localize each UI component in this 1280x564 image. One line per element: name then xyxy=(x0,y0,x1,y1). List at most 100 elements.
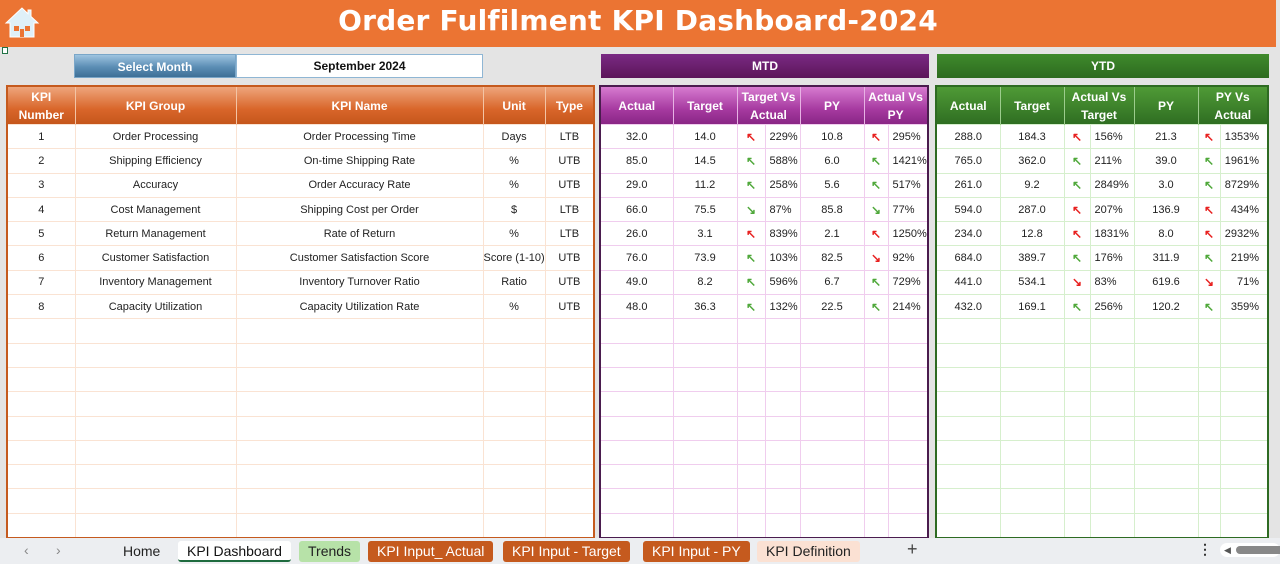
empty-cell[interactable] xyxy=(1219,464,1269,490)
empty-cell[interactable] xyxy=(235,512,484,539)
sheet-tab-kpi-definition[interactable]: KPI Definition xyxy=(757,541,860,562)
empty-cell[interactable] xyxy=(1089,439,1135,466)
empty-cell[interactable] xyxy=(1063,366,1091,393)
mtd-actual-vs-py-cell[interactable]: 517% xyxy=(887,172,929,198)
empty-cell[interactable] xyxy=(6,488,76,514)
empty-cell[interactable] xyxy=(935,366,1001,393)
mtd-py-cell[interactable]: 82.5 xyxy=(799,245,865,271)
empty-cell[interactable] xyxy=(887,512,929,539)
empty-cell[interactable] xyxy=(6,439,76,466)
kpi-number-cell[interactable]: 4 xyxy=(6,196,76,223)
empty-cell[interactable] xyxy=(1133,318,1199,344)
empty-cell[interactable] xyxy=(736,342,766,368)
empty-cell[interactable] xyxy=(1089,342,1135,368)
empty-cell[interactable] xyxy=(799,464,865,490)
ytd-target-cell[interactable]: 184.3 xyxy=(999,123,1065,150)
ytd-py-vs-actual-cell[interactable]: 1961% xyxy=(1219,148,1269,174)
empty-cell[interactable] xyxy=(736,415,766,441)
empty-cell[interactable] xyxy=(764,318,801,344)
sheet-tab-kpi-input-target[interactable]: KPI Input - Target xyxy=(503,541,630,562)
empty-cell[interactable] xyxy=(235,488,484,514)
mtd-target-vs-actual-cell[interactable]: 588% xyxy=(764,148,801,174)
empty-cell[interactable] xyxy=(887,464,929,490)
ytd-py-cell[interactable]: 120.2 xyxy=(1133,294,1199,320)
sheet-tab-home[interactable]: Home xyxy=(114,541,169,562)
kpi-name-cell[interactable]: Inventory Turnover Ratio xyxy=(235,269,484,296)
empty-cell[interactable] xyxy=(764,366,801,393)
kpi-type-cell[interactable]: UTB xyxy=(544,172,595,198)
empty-cell[interactable] xyxy=(599,415,674,441)
ytd-py-vs-actual-cell[interactable]: 8729% xyxy=(1219,172,1269,198)
mtd-actual-cell[interactable]: 26.0 xyxy=(599,221,674,247)
ytd-actual-vs-target-cell[interactable]: 156% xyxy=(1089,123,1135,150)
ytd-py-vs-actual-cell[interactable]: 219% xyxy=(1219,245,1269,271)
empty-cell[interactable] xyxy=(799,391,865,417)
ytd-py-cell[interactable]: 3.0 xyxy=(1133,172,1199,198)
scrollbar-thumb[interactable] xyxy=(1236,546,1280,554)
empty-cell[interactable] xyxy=(1089,415,1135,441)
ytd-target-cell[interactable]: 9.2 xyxy=(999,172,1065,198)
empty-cell[interactable] xyxy=(672,342,738,368)
empty-cell[interactable] xyxy=(1063,512,1091,539)
empty-cell[interactable] xyxy=(799,488,865,514)
empty-cell[interactable] xyxy=(672,366,738,393)
horizontal-scrollbar[interactable]: ◀ xyxy=(1220,543,1280,557)
empty-cell[interactable] xyxy=(999,318,1065,344)
kpi-group-cell[interactable]: Cost Management xyxy=(74,196,237,223)
empty-cell[interactable] xyxy=(1197,439,1221,466)
kpi-name-cell[interactable]: Order Processing Time xyxy=(235,123,484,150)
empty-cell[interactable] xyxy=(672,391,738,417)
empty-cell[interactable] xyxy=(999,512,1065,539)
empty-cell[interactable] xyxy=(1133,342,1199,368)
ytd-py-cell[interactable]: 311.9 xyxy=(1133,245,1199,271)
empty-cell[interactable] xyxy=(999,391,1065,417)
mtd-target-vs-actual-cell[interactable]: 132% xyxy=(764,294,801,320)
empty-cell[interactable] xyxy=(482,488,546,514)
empty-cell[interactable] xyxy=(863,415,889,441)
empty-cell[interactable] xyxy=(736,366,766,393)
empty-cell[interactable] xyxy=(1133,391,1199,417)
mtd-actual-cell[interactable]: 48.0 xyxy=(599,294,674,320)
empty-cell[interactable] xyxy=(672,318,738,344)
mtd-target-vs-actual-cell[interactable]: 596% xyxy=(764,269,801,296)
empty-cell[interactable] xyxy=(74,366,237,393)
empty-cell[interactable] xyxy=(935,342,1001,368)
empty-cell[interactable] xyxy=(764,439,801,466)
mtd-target-cell[interactable]: 73.9 xyxy=(672,245,738,271)
empty-cell[interactable] xyxy=(544,464,595,490)
empty-cell[interactable] xyxy=(482,439,546,466)
empty-cell[interactable] xyxy=(1089,512,1135,539)
empty-cell[interactable] xyxy=(482,512,546,539)
kpi-group-cell[interactable]: Accuracy xyxy=(74,172,237,198)
kpi-unit-cell[interactable]: % xyxy=(482,148,546,174)
empty-cell[interactable] xyxy=(935,464,1001,490)
ytd-py-cell[interactable]: 619.6 xyxy=(1133,269,1199,296)
ytd-actual-cell[interactable]: 441.0 xyxy=(935,269,1001,296)
mtd-target-cell[interactable]: 36.3 xyxy=(672,294,738,320)
empty-cell[interactable] xyxy=(863,464,889,490)
empty-cell[interactable] xyxy=(764,391,801,417)
empty-cell[interactable] xyxy=(235,342,484,368)
mtd-actual-cell[interactable]: 32.0 xyxy=(599,123,674,150)
empty-cell[interactable] xyxy=(863,391,889,417)
kpi-type-cell[interactable]: UTB xyxy=(544,148,595,174)
empty-cell[interactable] xyxy=(1063,464,1091,490)
empty-cell[interactable] xyxy=(887,318,929,344)
empty-cell[interactable] xyxy=(799,366,865,393)
mtd-py-cell[interactable]: 22.5 xyxy=(799,294,865,320)
ytd-py-cell[interactable]: 39.0 xyxy=(1133,148,1199,174)
mtd-py-cell[interactable]: 6.7 xyxy=(799,269,865,296)
ytd-actual-vs-target-cell[interactable]: 83% xyxy=(1089,269,1135,296)
empty-cell[interactable] xyxy=(482,366,546,393)
kpi-group-cell[interactable]: Shipping Efficiency xyxy=(74,148,237,174)
empty-cell[interactable] xyxy=(799,342,865,368)
ytd-actual-vs-target-cell[interactable]: 176% xyxy=(1089,245,1135,271)
ytd-py-vs-actual-cell[interactable]: 2932% xyxy=(1219,221,1269,247)
empty-cell[interactable] xyxy=(736,439,766,466)
mtd-py-cell[interactable]: 6.0 xyxy=(799,148,865,174)
kpi-type-cell[interactable]: UTB xyxy=(544,294,595,320)
empty-cell[interactable] xyxy=(887,415,929,441)
empty-cell[interactable] xyxy=(599,318,674,344)
mtd-target-vs-actual-cell[interactable]: 103% xyxy=(764,245,801,271)
empty-cell[interactable] xyxy=(1197,415,1221,441)
